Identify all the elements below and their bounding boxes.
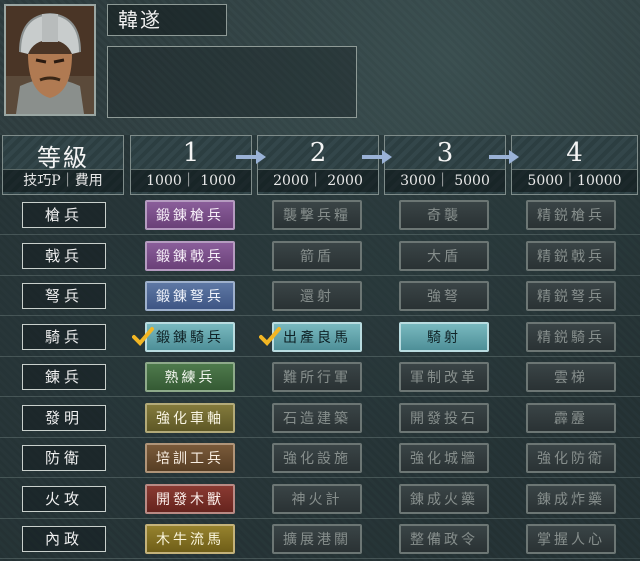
level-number: 2 bbox=[309, 138, 327, 168]
tech-button[interactable]: 強化城牆 bbox=[399, 443, 489, 473]
category-label: 火攻 bbox=[22, 486, 106, 512]
category-label: 戟兵 bbox=[22, 243, 106, 269]
tech-button[interactable]: 鍛錬戟兵 bbox=[145, 241, 235, 271]
tech-button[interactable]: 出產良馬 bbox=[272, 322, 362, 352]
tech-button[interactable]: 強化設施 bbox=[272, 443, 362, 473]
tech-button[interactable]: 錬成炸藥 bbox=[526, 484, 616, 514]
level-number: 3 bbox=[436, 138, 454, 168]
tech-button[interactable]: 騎射 bbox=[399, 322, 489, 352]
row-divider bbox=[0, 315, 640, 316]
category-label: 防衛 bbox=[22, 445, 106, 471]
row-divider bbox=[0, 558, 640, 559]
level-number: 1 bbox=[182, 138, 200, 168]
tech-button[interactable]: 培訓工兵 bbox=[145, 443, 235, 473]
level-number: 4 bbox=[566, 138, 583, 168]
row-divider bbox=[0, 275, 640, 276]
tech-button[interactable]: 鍛錬弩兵 bbox=[145, 281, 235, 311]
row-divider bbox=[0, 396, 640, 397]
arrow-right-icon bbox=[489, 150, 519, 164]
tech-button[interactable]: 熟練兵 bbox=[145, 362, 235, 392]
tech-button[interactable]: 精鋭騎兵 bbox=[526, 322, 616, 352]
tech-button[interactable]: 雲梯 bbox=[526, 362, 616, 392]
level-label: 等級 bbox=[37, 144, 89, 172]
description-box bbox=[107, 46, 357, 118]
tech-button[interactable]: 神火計 bbox=[272, 484, 362, 514]
tech-button[interactable]: 軍制改革 bbox=[399, 362, 489, 392]
category-label: 發明 bbox=[22, 405, 106, 431]
level-cost: 5000｜10000 bbox=[512, 169, 637, 192]
header-level-column: 等級 技巧P｜費用 bbox=[2, 135, 124, 195]
header-level-3: 3 3000｜ 5000 bbox=[384, 135, 506, 195]
tech-button[interactable]: 還射 bbox=[272, 281, 362, 311]
tech-button[interactable]: 襲撃兵糧 bbox=[272, 200, 362, 230]
tech-button[interactable]: 鍛錬騎兵 bbox=[145, 322, 235, 352]
category-label: 內政 bbox=[22, 526, 106, 552]
tech-button[interactable]: 大盾 bbox=[399, 241, 489, 271]
tech-button[interactable]: 鍛錬槍兵 bbox=[145, 200, 235, 230]
level-cost: 2000｜ 2000 bbox=[258, 169, 378, 192]
level-cost: 1000｜ 1000 bbox=[131, 169, 251, 192]
row-divider bbox=[0, 356, 640, 357]
tech-button[interactable]: 擴展港關 bbox=[272, 524, 362, 554]
category-label: 錬兵 bbox=[22, 364, 106, 390]
row-divider bbox=[0, 518, 640, 519]
header-level-4: 4 5000｜10000 bbox=[511, 135, 638, 195]
tech-button[interactable]: 難所行軍 bbox=[272, 362, 362, 392]
tech-button[interactable]: 強化防衛 bbox=[526, 443, 616, 473]
tech-button[interactable]: 木牛流馬 bbox=[145, 524, 235, 554]
header-level-2: 2 2000｜ 2000 bbox=[257, 135, 379, 195]
cost-label: 技巧P｜費用 bbox=[3, 169, 123, 192]
tech-button[interactable]: 精鋭戟兵 bbox=[526, 241, 616, 271]
arrow-right-icon bbox=[236, 150, 266, 164]
checkmark-icon bbox=[259, 327, 281, 346]
category-label: 騎兵 bbox=[22, 324, 106, 350]
tech-button[interactable]: 開發木獸 bbox=[145, 484, 235, 514]
tech-button[interactable]: 整備政令 bbox=[399, 524, 489, 554]
character-portrait bbox=[4, 4, 96, 116]
tech-button[interactable]: 精鋭弩兵 bbox=[526, 281, 616, 311]
tech-button[interactable]: 強弩 bbox=[399, 281, 489, 311]
row-divider bbox=[0, 477, 640, 478]
tech-button[interactable]: 箭盾 bbox=[272, 241, 362, 271]
category-label: 槍兵 bbox=[22, 202, 106, 228]
checkmark-icon bbox=[132, 327, 154, 346]
row-divider bbox=[0, 437, 640, 438]
row-divider bbox=[0, 234, 640, 235]
level-cost: 3000｜ 5000 bbox=[385, 169, 505, 192]
tech-button[interactable]: 掌握人心 bbox=[526, 524, 616, 554]
tech-button[interactable]: 霹靂 bbox=[526, 403, 616, 433]
character-name: 韓遂 bbox=[107, 4, 227, 36]
tech-button[interactable]: 開發投石 bbox=[399, 403, 489, 433]
tech-button[interactable]: 強化車軸 bbox=[145, 403, 235, 433]
tech-button[interactable]: 精鋭槍兵 bbox=[526, 200, 616, 230]
tech-button[interactable]: 石造建築 bbox=[272, 403, 362, 433]
category-label: 弩兵 bbox=[22, 283, 106, 309]
header-level-1: 1 1000｜ 1000 bbox=[130, 135, 252, 195]
tech-button[interactable]: 奇襲 bbox=[399, 200, 489, 230]
tech-button[interactable]: 錬成火藥 bbox=[399, 484, 489, 514]
arrow-right-icon bbox=[362, 150, 392, 164]
